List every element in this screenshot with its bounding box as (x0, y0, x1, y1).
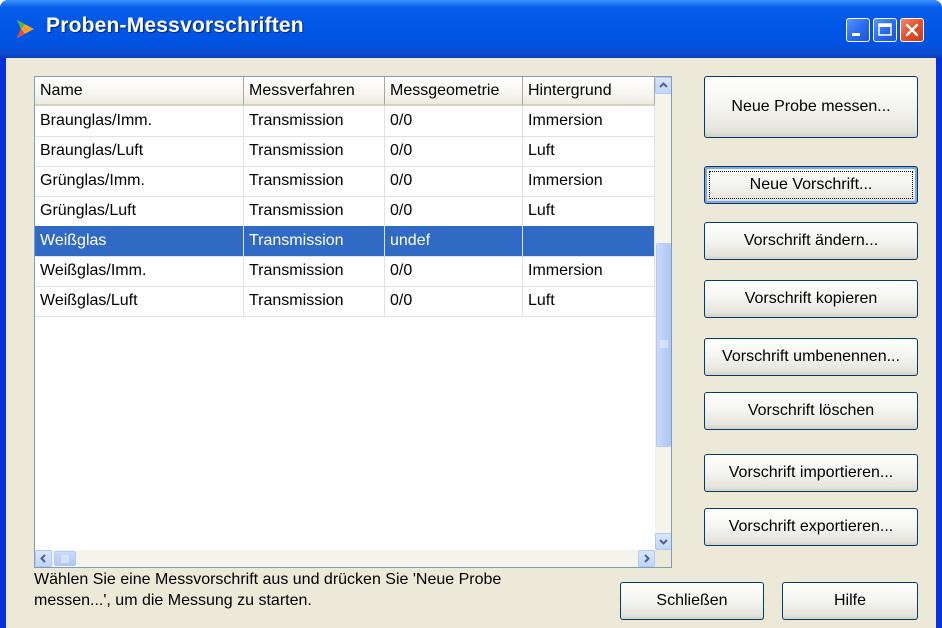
cell-hintergrund (523, 226, 655, 256)
table-row[interactable]: Weißglas/Imm. Transmission 0/0 Immersion (35, 256, 655, 287)
table-row[interactable]: Weißglas/Luft Transmission 0/0 Luft (35, 286, 655, 317)
status-hint: Wählen Sie eine Messvorschrift aus und d… (34, 569, 594, 611)
scroll-down-button[interactable] (655, 533, 671, 550)
cell-messverfahren: Transmission (244, 106, 385, 136)
cell-hintergrund: Luft (523, 196, 655, 226)
horizontal-scroll-thumb[interactable] (54, 551, 76, 566)
table-row[interactable]: Grünglas/Luft Transmission 0/0 Luft (35, 196, 655, 227)
title-bar[interactable]: Proben-Messvorschriften (0, 0, 942, 58)
minimize-icon (852, 33, 860, 36)
chevron-left-icon (40, 554, 46, 563)
cell-hintergrund: Luft (523, 136, 655, 166)
dialog-window: Proben-Messvorschriften Name Messverfahr… (0, 0, 942, 628)
table-row-selected[interactable]: Weißglas Transmission undef (35, 226, 655, 257)
cell-messgeometrie: 0/0 (385, 106, 523, 136)
cell-messgeometrie: 0/0 (385, 256, 523, 286)
scroll-left-button[interactable] (35, 550, 52, 567)
table-row[interactable]: Braunglas/Imm. Transmission 0/0 Immersio… (35, 106, 655, 137)
cell-name: Grünglas/Luft (35, 196, 244, 226)
scrollbar-corner (655, 550, 671, 567)
scroll-up-button[interactable] (655, 77, 671, 94)
column-header-hintergrund[interactable]: Hintergrund (523, 77, 655, 106)
column-header-messgeometrie[interactable]: Messgeometrie (385, 77, 523, 106)
vorschrift-kopieren-label: Vorschrift kopieren (744, 290, 878, 307)
cell-hintergrund: Immersion (523, 256, 655, 286)
cell-messgeometrie: 0/0 (385, 286, 523, 316)
grip-icon (61, 555, 69, 563)
grip-icon (660, 340, 668, 348)
close-icon (905, 23, 919, 37)
cell-name: Weißglas (35, 226, 244, 256)
table-row[interactable]: Grünglas/Imm. Transmission 0/0 Immersion (35, 166, 655, 197)
vorschrift-exportieren-button[interactable]: Vorschrift exportieren... (704, 508, 918, 546)
neue-vorschrift-label: Neue Vorschrift... (749, 176, 873, 193)
cell-messverfahren: Transmission (244, 196, 385, 226)
neue-vorschrift-button[interactable]: Neue Vorschrift... (704, 166, 918, 204)
schliessen-label: Schließen (656, 592, 728, 609)
maximize-icon (878, 23, 892, 36)
scroll-right-button[interactable] (638, 550, 655, 567)
chevron-right-icon (644, 554, 650, 563)
vorschrift-loeschen-button[interactable]: Vorschrift löschen (704, 392, 918, 430)
cell-messverfahren: Transmission (244, 136, 385, 166)
column-header-messverfahren[interactable]: Messverfahren (244, 77, 385, 106)
messvorschriften-list[interactable]: Name Messverfahren Messgeometrie Hinterg… (34, 76, 672, 568)
neue-probe-messen-button[interactable]: Neue Probe messen... (704, 76, 918, 138)
cell-name: Grünglas/Imm. (35, 166, 244, 196)
vorschrift-umbenennen-label: Vorschrift umbenennen... (722, 348, 900, 365)
schliessen-button[interactable]: Schließen (620, 582, 764, 620)
maximize-button[interactable] (873, 18, 897, 42)
vorschrift-kopieren-button[interactable]: Vorschrift kopieren (704, 280, 918, 318)
cell-messverfahren: Transmission (244, 226, 385, 256)
vorschrift-importieren-label: Vorschrift importieren... (728, 464, 894, 481)
minimize-button[interactable] (846, 18, 870, 42)
cell-messgeometrie: 0/0 (385, 196, 523, 226)
chevron-down-icon (659, 539, 668, 545)
close-button[interactable] (900, 18, 924, 42)
cell-hintergrund: Immersion (523, 106, 655, 136)
cell-hintergrund: Luft (523, 286, 655, 316)
app-arrow-icon (17, 20, 34, 38)
cell-messverfahren: Transmission (244, 166, 385, 196)
dialog-client-area: Name Messverfahren Messgeometrie Hinterg… (6, 58, 936, 628)
cell-messverfahren: Transmission (244, 286, 385, 316)
window-title: Proben-Messvorschriften (46, 14, 304, 37)
cell-name: Braunglas/Luft (35, 136, 244, 166)
vorschrift-aendern-button[interactable]: Vorschrift ändern... (704, 222, 918, 260)
vorschrift-exportieren-label: Vorschrift exportieren... (728, 518, 894, 535)
cell-hintergrund: Immersion (523, 166, 655, 196)
chevron-up-icon (659, 82, 668, 88)
status-hint-line-2: messen...', um die Messung zu starten. (34, 592, 312, 609)
cell-messverfahren: Transmission (244, 256, 385, 286)
cell-name: Weißglas/Imm. (35, 256, 244, 286)
list-header: Name Messverfahren Messgeometrie Hinterg… (35, 77, 655, 106)
column-header-name[interactable]: Name (35, 77, 244, 106)
vorschrift-importieren-button[interactable]: Vorschrift importieren... (704, 454, 918, 492)
horizontal-scrollbar[interactable] (35, 550, 655, 567)
hilfe-button[interactable]: Hilfe (782, 582, 918, 620)
cell-name: Weißglas/Luft (35, 286, 244, 316)
vorschrift-aendern-label: Vorschrift ändern... (743, 232, 879, 249)
status-hint-line-1: Wählen Sie eine Messvorschrift aus und d… (34, 571, 502, 588)
vorschrift-umbenennen-button[interactable]: Vorschrift umbenennen... (704, 338, 918, 376)
cell-messgeometrie: 0/0 (385, 136, 523, 166)
table-row[interactable]: Braunglas/Luft Transmission 0/0 Luft (35, 136, 655, 167)
cell-name: Braunglas/Imm. (35, 106, 244, 136)
vertical-scrollbar[interactable] (655, 77, 671, 550)
cell-messgeometrie: 0/0 (385, 166, 523, 196)
neue-probe-messen-label: Neue Probe messen... (731, 98, 891, 115)
vertical-scroll-thumb[interactable] (656, 243, 671, 447)
cell-messgeometrie: undef (385, 226, 523, 256)
vorschrift-loeschen-label: Vorschrift löschen (747, 402, 875, 419)
hilfe-label: Hilfe (833, 592, 866, 609)
